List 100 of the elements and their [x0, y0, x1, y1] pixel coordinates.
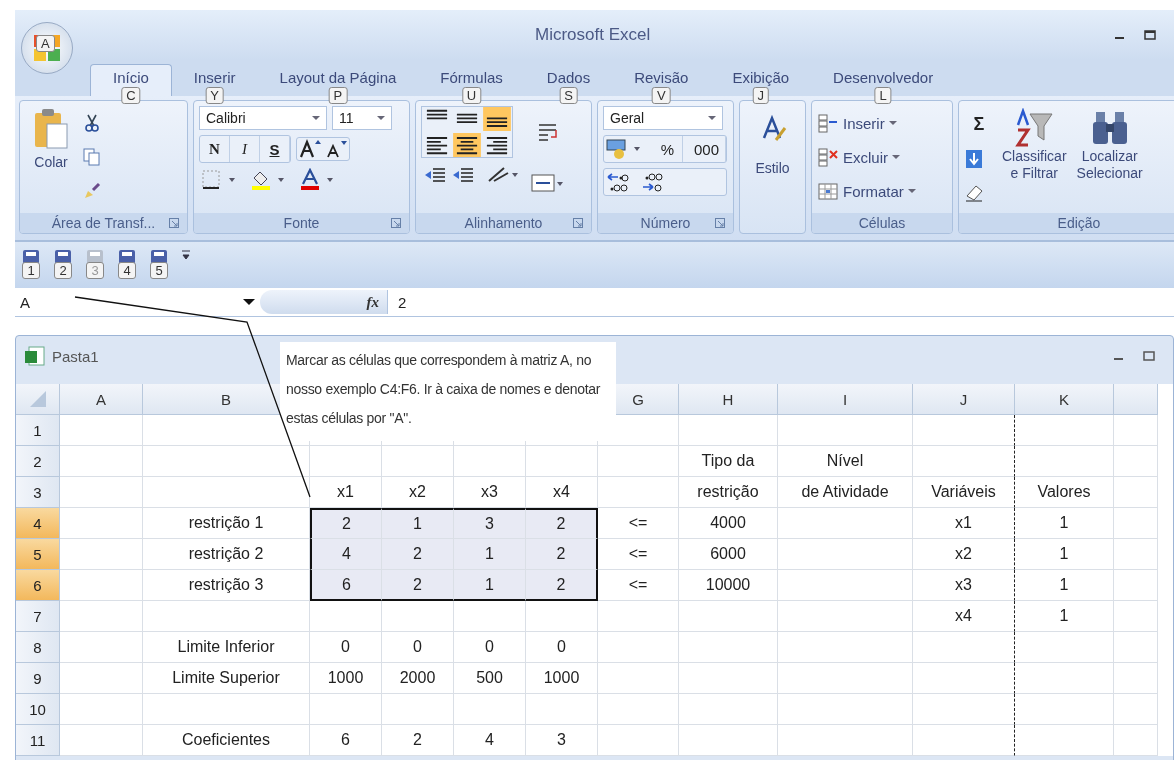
table-cell: Limite Superior [143, 663, 310, 694]
table-cell [454, 446, 526, 477]
table-cell: 2 [382, 725, 454, 756]
table-cell: Valores [1015, 477, 1114, 508]
percent-button[interactable]: % [653, 136, 683, 162]
insert-cells-icon [817, 113, 839, 133]
dialog-launcher-icon[interactable] [715, 218, 725, 228]
name-box[interactable]: A [15, 293, 260, 311]
row-header[interactable]: 6 [16, 570, 60, 601]
keytip: A [36, 35, 55, 52]
table-cell [1114, 663, 1158, 694]
autosum-button[interactable]: Σ [964, 111, 994, 138]
table-cell: 0 [382, 632, 454, 663]
table-cell [1114, 725, 1158, 756]
table-cell [1114, 415, 1158, 446]
table-cell: 0 [526, 632, 598, 663]
table-cell [454, 694, 526, 725]
row-header[interactable]: 10 [16, 694, 60, 725]
table-cell [1114, 477, 1158, 508]
thousands-button[interactable]: 000 [688, 136, 727, 162]
cells-menu-button[interactable]: Formatar [817, 179, 916, 203]
maximize-icon[interactable] [1143, 350, 1155, 362]
align-icon[interactable] [482, 107, 512, 131]
number-format-field[interactable]: Geral [603, 106, 723, 130]
keytip: J [752, 87, 769, 104]
row-header[interactable]: 2 [16, 446, 60, 477]
editing-button[interactable]: Classificar e Filtrar [1000, 106, 1069, 208]
table-cell: Limite Inferior [143, 632, 310, 663]
table-cell: 0 [310, 632, 382, 663]
dialog-launcher-icon[interactable] [573, 218, 583, 228]
row-header[interactable]: 9 [16, 663, 60, 694]
table-cell: 2 [382, 539, 454, 570]
table-cell: 6 [310, 725, 382, 756]
table-cell: 2000 [382, 663, 454, 694]
italic-button[interactable]: I [230, 136, 260, 162]
row-header[interactable]: 5 [16, 539, 60, 570]
clipboard-icon [33, 108, 69, 150]
cells-menu-button[interactable]: Excluir [817, 145, 900, 169]
row-header[interactable]: 7 [16, 601, 60, 632]
office-button[interactable]: A [21, 22, 73, 74]
keytip: 1 [22, 262, 40, 279]
column-header[interactable]: A [60, 384, 143, 415]
editing-button[interactable]: Localizar Selecionar [1074, 106, 1145, 208]
font-size-field[interactable]: 11 [332, 106, 392, 130]
row-header[interactable]: 4 [16, 508, 60, 539]
align-icon[interactable] [452, 133, 482, 157]
grow-font-icon[interactable] [297, 138, 323, 160]
customize-toolbar-icon[interactable] [181, 248, 191, 262]
merge-cells-icon[interactable] [530, 171, 566, 194]
table-cell: 4 [454, 725, 526, 756]
row-header[interactable]: 3 [16, 477, 60, 508]
style-button[interactable]: Estilo [745, 106, 800, 228]
table-cell: Nível [778, 446, 913, 477]
dialog-launcher-icon[interactable] [169, 218, 179, 228]
table-cell [526, 601, 598, 632]
table-cell: 2 [382, 570, 454, 601]
keytip: S [559, 87, 578, 104]
table-cell [1114, 539, 1158, 570]
group-label: Número [640, 215, 691, 231]
group-label: Alinhamento [464, 215, 543, 231]
row-header[interactable]: 11 [16, 725, 60, 756]
table-cell: 4000 [679, 508, 778, 539]
row-header[interactable]: 8 [16, 632, 60, 663]
table-cell: 3 [454, 508, 526, 539]
cells-menu-button[interactable]: Inserir [817, 111, 897, 135]
dialog-launcher-icon[interactable] [391, 218, 401, 228]
window-title: Microsoft Excel [535, 25, 651, 45]
column-header[interactable]: K [1015, 384, 1114, 415]
sort-filter-icon [1014, 108, 1055, 148]
table-cell [1114, 632, 1158, 663]
table-cell: 10000 [679, 570, 778, 601]
table-cell: x3 [913, 570, 1015, 601]
column-header[interactable]: J [913, 384, 1015, 415]
table-cell: 1 [454, 570, 526, 601]
brush-icon[interactable] [83, 182, 101, 200]
column-header[interactable]: H [679, 384, 778, 415]
table-cell [454, 601, 526, 632]
table-cell [382, 601, 454, 632]
table-cell: <= [598, 570, 679, 601]
scissors-icon[interactable] [83, 114, 101, 132]
underline-button[interactable]: S [260, 136, 290, 162]
row-header[interactable]: 1 [16, 415, 60, 446]
paste-button[interactable]: Colar [25, 106, 77, 208]
table-cell: x1 [913, 508, 1015, 539]
bold-button[interactable]: N [200, 136, 230, 162]
maximize-icon[interactable] [1144, 29, 1156, 41]
keytip: Y [205, 87, 225, 104]
table-cell [382, 446, 454, 477]
group-label: Área de Transf... [51, 215, 156, 231]
keytip: P [328, 87, 348, 104]
table-cell [1114, 694, 1158, 725]
formula-field[interactable]: 2 [388, 293, 407, 311]
copy-icon[interactable] [83, 148, 101, 166]
column-header[interactable]: I [778, 384, 913, 415]
insert-function-button[interactable]: fx [366, 293, 379, 311]
font-name-field[interactable]: Calibri [199, 106, 327, 130]
keytip: 4 [118, 262, 136, 279]
keytip: 3 [86, 262, 104, 279]
table-cell: 500 [454, 663, 526, 694]
table-cell [526, 446, 598, 477]
